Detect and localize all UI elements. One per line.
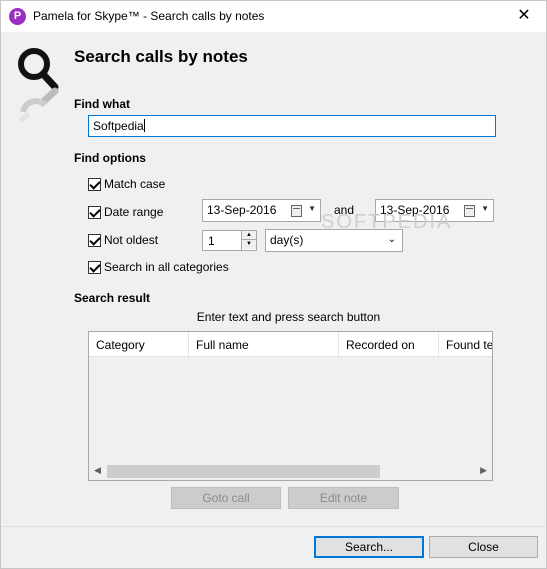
table-header: Category Full name Recorded on Found te: [89, 332, 492, 357]
column-header-found-text[interactable]: Found te: [439, 332, 492, 356]
stepper-down-icon[interactable]: ▼: [242, 240, 256, 249]
stepper-buttons: ▲ ▼: [241, 231, 256, 250]
chevron-down-icon: ⌄: [387, 234, 396, 245]
horizontal-scrollbar[interactable]: ◀ ▶: [89, 463, 492, 480]
search-button[interactable]: Search...: [314, 536, 424, 558]
edit-note-button[interactable]: Edit note: [288, 487, 399, 509]
date-from-picker[interactable]: 13-Sep-2016 ▼: [202, 199, 321, 222]
date-from-value: 13-Sep-2016: [207, 203, 277, 217]
scrollbar-thumb[interactable]: [107, 465, 380, 478]
not-oldest-checkbox[interactable]: Not oldest: [88, 233, 158, 247]
calendar-icon[interactable]: [464, 205, 475, 217]
search-all-label: Search in all categories: [104, 260, 229, 274]
match-case-checkbox[interactable]: Match case: [88, 177, 165, 191]
match-case-check-icon: [88, 177, 101, 191]
column-header-category[interactable]: Category: [89, 332, 189, 356]
search-all-checkbox[interactable]: Search in all categories: [88, 260, 229, 274]
find-what-input[interactable]: Softpedia: [88, 115, 496, 137]
search-result-label: Search result: [74, 291, 151, 305]
not-oldest-stepper[interactable]: 1 ▲ ▼: [202, 230, 257, 251]
not-oldest-check-icon: [88, 233, 101, 247]
column-header-recorded-on[interactable]: Recorded on: [339, 332, 439, 356]
unit-select-value: day(s): [270, 233, 304, 247]
dialog-header: Search calls by notes: [1, 32, 546, 82]
page-title: Search calls by notes: [74, 47, 248, 66]
date-range-label: Date range: [104, 205, 164, 219]
chevron-down-icon[interactable]: ▼: [481, 204, 489, 213]
scroll-right-icon[interactable]: ▶: [480, 465, 487, 476]
match-case-label: Match case: [104, 177, 166, 191]
title-bar: P Pamela for Skype™ - Search calls by no…: [1, 1, 546, 32]
search-hint: Enter text and press search button: [196, 310, 381, 324]
find-what-value: Softpedia: [93, 119, 144, 133]
close-window-button[interactable]: ✕: [502, 1, 546, 32]
column-header-full-name[interactable]: Full name: [189, 332, 339, 356]
text-caret: [143, 119, 145, 132]
pamela-app-icon: P: [9, 8, 26, 25]
chevron-down-icon[interactable]: ▼: [308, 204, 316, 213]
results-table[interactable]: Category Full name Recorded on Found te …: [88, 331, 493, 481]
date-range-checkbox[interactable]: Date range: [88, 205, 163, 219]
not-oldest-label: Not oldest: [104, 233, 159, 247]
dialog-window: P Pamela for Skype™ - Search calls by no…: [0, 0, 547, 569]
softpedia-watermark: SOFTPEDIA: [321, 211, 453, 233]
scroll-left-icon[interactable]: ◀: [94, 465, 101, 476]
find-options-label: Find options: [74, 151, 146, 165]
stepper-up-icon[interactable]: ▲: [242, 231, 256, 240]
dialog-footer: Search... Close: [1, 526, 546, 568]
date-range-check-icon: [88, 205, 101, 219]
find-what-label: Find what: [74, 97, 130, 111]
goto-call-button[interactable]: Goto call: [171, 487, 281, 509]
close-button[interactable]: Close: [429, 536, 538, 558]
calendar-icon[interactable]: [291, 205, 302, 217]
window-title: Pamela for Skype™ - Search calls by note…: [33, 9, 265, 23]
search-all-check-icon: [88, 260, 101, 274]
magnifier-icon: [18, 48, 59, 123]
not-oldest-value: 1: [208, 234, 215, 248]
